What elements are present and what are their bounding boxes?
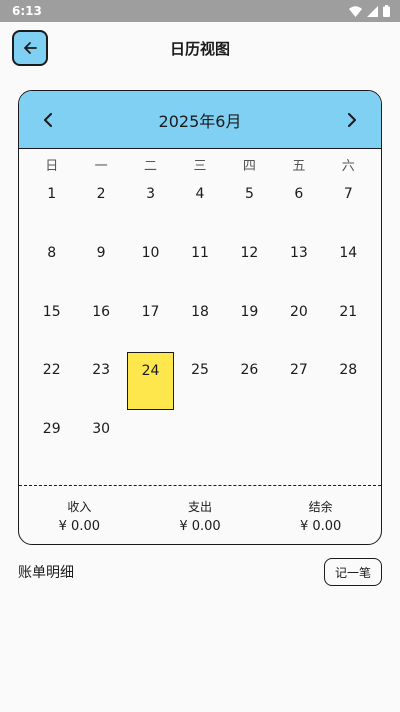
signal-icon (367, 5, 378, 17)
calendar-day[interactable]: 14 (324, 240, 373, 299)
calendar-day[interactable]: 16 (76, 299, 125, 358)
balance-summary: 结余 ¥ 0.00 (260, 486, 381, 544)
calendar-day[interactable]: 20 (274, 299, 323, 358)
calendar-day[interactable]: 29 (27, 416, 76, 475)
details-title: 账单明细 (18, 565, 74, 581)
calendar-day[interactable]: 9 (76, 240, 125, 299)
calendar-day[interactable]: 18 (175, 299, 224, 358)
calendar-day[interactable]: 12 (225, 240, 274, 299)
calendar-day[interactable]: 17 (126, 299, 175, 358)
calendar-day[interactable]: 23 (76, 357, 125, 416)
calendar-header: 2025年6月 (19, 91, 381, 149)
weekday-row: 日 一 二 三 四 五 六 (19, 157, 381, 177)
add-record-button[interactable]: 记一笔 (324, 558, 382, 586)
income-label: 收入 (67, 500, 92, 514)
next-month-button[interactable] (341, 109, 363, 131)
weekday-label: 一 (94, 159, 108, 174)
chevron-right-icon (348, 112, 356, 127)
month-label: 2025年6月 (158, 111, 242, 131)
days-grid: 1 2 3 4 5 6 7 8 9 10 11 12 13 14 15 16 1… (19, 181, 381, 475)
calendar-day-selected[interactable]: 24 (126, 352, 175, 416)
income-value: ¥ 0.00 (58, 519, 100, 534)
expense-label: 支出 (187, 500, 212, 514)
income-summary: 收入 ¥ 0.00 (19, 486, 140, 544)
details-section: 账单明细 记一笔 (18, 557, 382, 587)
calendar-day[interactable]: 26 (225, 357, 274, 416)
chevron-left-icon (44, 112, 52, 127)
calendar-day[interactable]: 21 (324, 299, 373, 358)
balance-label: 结余 (308, 500, 333, 514)
app-bar: 日历视图 (0, 22, 400, 72)
selected-day-highlight: 24 (126, 352, 175, 411)
calendar-day[interactable]: 10 (126, 240, 175, 299)
weekday-label: 五 (292, 159, 306, 174)
expense-summary: 支出 ¥ 0.00 (140, 486, 261, 544)
calendar-day[interactable]: 1 (27, 181, 76, 240)
weekday-label: 二 (144, 159, 158, 174)
calendar-day[interactable]: 5 (225, 181, 274, 240)
balance-value: ¥ 0.00 (299, 519, 342, 534)
calendar-day[interactable]: 4 (175, 181, 224, 240)
calendar-day[interactable]: 2 (76, 181, 125, 240)
calendar-card: 2025年6月 日 一 二 三 四 五 六 1 2 3 4 5 6 7 8 9 … (18, 90, 382, 545)
calendar-day[interactable]: 22 (27, 357, 76, 416)
calendar-day[interactable]: 19 (225, 299, 274, 358)
calendar-day[interactable]: 13 (274, 240, 323, 299)
calendar-day[interactable]: 28 (324, 357, 373, 416)
wifi-icon (349, 5, 362, 17)
monthly-summary: 收入 ¥ 0.00 支出 ¥ 0.00 结余 ¥ 0.00 (19, 485, 381, 544)
calendar-day[interactable]: 6 (274, 181, 323, 240)
page-title: 日历视图 (169, 40, 230, 58)
status-time: 6:13 (12, 4, 42, 18)
weekday-label: 六 (341, 159, 355, 174)
calendar-day[interactable]: 27 (274, 357, 323, 416)
calendar-day[interactable]: 30 (76, 416, 125, 475)
battery-icon (383, 5, 390, 17)
weekday-label: 日 (45, 159, 59, 174)
prev-month-button[interactable] (37, 109, 59, 131)
status-bar: 6:13 (0, 0, 400, 22)
weekday-label: 四 (242, 159, 256, 174)
calendar-day[interactable]: 15 (27, 299, 76, 358)
expense-value: ¥ 0.00 (179, 519, 221, 534)
calendar-day[interactable]: 7 (324, 181, 373, 240)
calendar-day[interactable]: 3 (126, 181, 175, 240)
calendar-day[interactable]: 11 (175, 240, 224, 299)
status-icons (349, 5, 390, 17)
weekday-label: 三 (193, 159, 207, 174)
calendar-day[interactable]: 8 (27, 240, 76, 299)
calendar-day[interactable]: 25 (175, 357, 224, 416)
